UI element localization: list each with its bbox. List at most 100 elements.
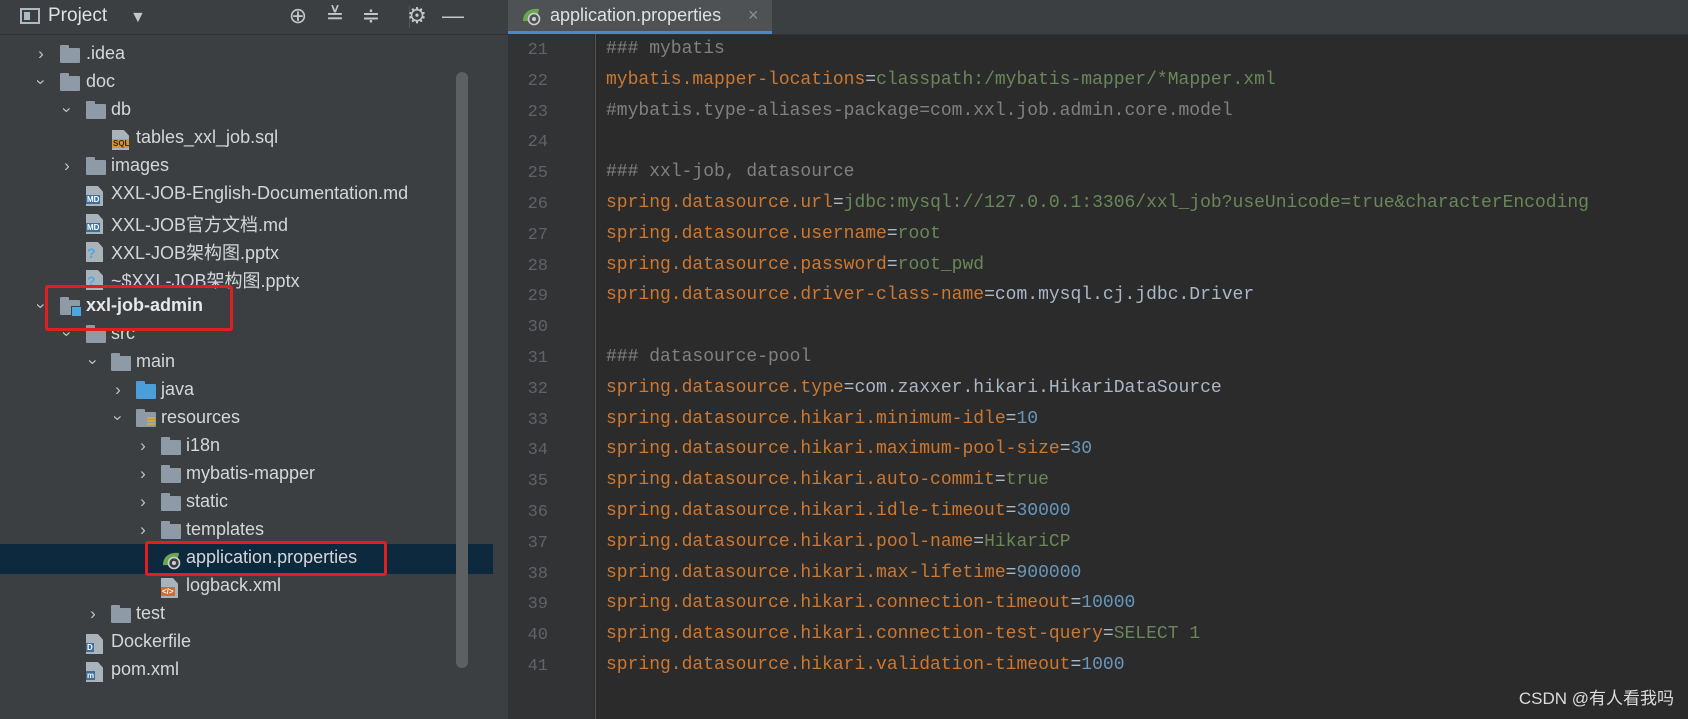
locate-icon[interactable]: ⊕ [285, 3, 311, 29]
tree-item-static[interactable]: › static [0, 488, 493, 518]
code-line: spring.datasource.username=root [606, 224, 941, 244]
tree-item-label: images [111, 155, 170, 175]
tree-item-label: db [111, 99, 132, 119]
folder-icon [111, 605, 131, 623]
chevron-right-icon[interactable]: › [136, 520, 150, 540]
tree-item-english-doc[interactable]: MD XXL-JOB-English-Documentation.md [0, 180, 493, 210]
equals-sign: = [886, 223, 898, 244]
folder-icon [161, 437, 181, 455]
property-key: spring.datasource.hikari.validation-time… [606, 655, 1071, 675]
tree-item-pom[interactable]: m pom.xml [0, 656, 493, 686]
property-key: spring.datasource.username [606, 223, 887, 244]
property-value: 30 [1070, 439, 1093, 460]
chevron-right-icon[interactable]: › [60, 156, 74, 176]
chevron-right-icon[interactable]: › [86, 604, 100, 624]
line-number-gutter: 21 22 23 24 25 26 27 28 29 30 31 32 33 34 35 36 37 38 39 40… [508, 34, 594, 719]
code-line: spring.datasource.hikari.connection-test… [606, 624, 1200, 644]
tree-item-arch-pptx[interactable]: ? XXL-JOB架构图.pptx [0, 236, 493, 266]
property-value: com.mysql.cj.jdbc.Driver [994, 285, 1255, 306]
code-line: spring.datasource.url=jdbc:mysql://127.0… [606, 193, 1589, 213]
tree-scrollbar[interactable] [456, 72, 468, 668]
code-comment: ### mybatis [606, 39, 725, 59]
folder-icon [60, 45, 80, 63]
property-value: 1000 [1081, 655, 1125, 675]
line-number: 31 [527, 349, 548, 368]
tree-item-i18n[interactable]: › i18n [0, 432, 493, 462]
property-key: spring.datasource.hikari.minimum-idle [606, 408, 1006, 429]
tree-item-label: java [161, 379, 195, 399]
chevron-down-icon[interactable]: › [57, 103, 77, 117]
tree-item-logback[interactable]: </> logback.xml [0, 572, 493, 602]
tree-item-resources[interactable]: › resources [0, 404, 493, 434]
tree-item-main[interactable]: › main [0, 348, 493, 378]
close-icon[interactable]: × [748, 5, 759, 26]
tree-item-dockerfile[interactable]: D Dockerfile [0, 628, 493, 658]
markdown-file-icon: MD [86, 186, 103, 206]
property-value: jdbc:mysql://127.0.0.1:3306/xxl_job?useU… [843, 193, 1589, 213]
line-number: 21 [527, 41, 548, 60]
equals-sign: = [865, 69, 877, 90]
folder-icon [111, 353, 131, 371]
line-number: 37 [527, 533, 548, 553]
property-key: spring.datasource.hikari.max-lifetime [606, 562, 1006, 583]
tree-item-idea[interactable]: › .idea [0, 40, 493, 70]
property-key: spring.datasource.password [606, 254, 887, 275]
equals-sign: = [843, 377, 855, 398]
expand-all-icon[interactable]: ≚ [322, 3, 348, 29]
chevron-down-icon[interactable]: › [31, 75, 51, 89]
code-line: spring.datasource.password=root_pwd [606, 255, 984, 275]
tree-item-doc[interactable]: › doc [0, 68, 493, 98]
chevron-right-icon[interactable]: › [136, 464, 150, 484]
equals-sign: = [1070, 593, 1082, 614]
line-number: 35 [527, 472, 548, 492]
collapse-all-icon[interactable]: ≑ [358, 3, 384, 29]
code-comment: ### xxl-job, datasource [606, 162, 855, 183]
tab-label: application.properties [550, 5, 722, 25]
chevron-down-icon[interactable]: › [108, 411, 128, 425]
panel-title[interactable]: Project [48, 5, 107, 27]
tree-item-tables-sql[interactable]: SQL tables_xxl_job.sql [0, 124, 493, 154]
hide-minimize-icon[interactable]: — [440, 3, 466, 29]
property-key: spring.datasource.hikari.connection-time… [606, 593, 1071, 614]
line-number: 36 [527, 503, 548, 522]
project-tree: › .idea › doc › db SQL tables_xxl_job.sq… [0, 0, 493, 719]
tree-item-images[interactable]: › images [0, 152, 493, 182]
tree-item-mybatis-mapper[interactable]: › mybatis-mapper [0, 460, 493, 490]
tree-item-label: static [186, 491, 229, 511]
maven-file-icon: m [86, 662, 103, 682]
tree-item-java[interactable]: › java [0, 376, 493, 406]
line-number: 29 [527, 287, 548, 307]
equals-sign: = [1005, 408, 1017, 429]
tree-item-label: XXL-JOB架构图.pptx [111, 243, 280, 263]
equals-sign: = [973, 531, 985, 552]
line-number: 26 [527, 195, 548, 214]
property-key: spring.datasource.url [606, 193, 833, 213]
tree-item-label: doc [86, 71, 116, 91]
code-line: #mybatis.type-aliases-package=com.xxl.jo… [606, 101, 1233, 121]
tree-item-db[interactable]: › db [0, 96, 493, 126]
equals-sign: = [1070, 655, 1082, 675]
tab-application-properties[interactable]: application.properties × [508, 0, 772, 34]
highlight-box-properties [145, 541, 387, 576]
code-line: spring.datasource.hikari.validation-time… [606, 655, 1125, 675]
chevron-right-icon[interactable]: › [136, 492, 150, 512]
property-value: 10000 [1081, 593, 1136, 614]
property-key: spring.datasource.hikari.auto-commit [606, 470, 995, 491]
dropdown-arrow-icon[interactable]: ▼ [130, 9, 146, 27]
tree-item-official-doc[interactable]: MD XXL-JOB官方文档.md [0, 208, 493, 238]
property-value: HikariCP [984, 531, 1071, 552]
editor-tab-bar: application.properties × [508, 0, 1688, 35]
folder-icon [161, 465, 181, 483]
property-value: root_pwd [897, 254, 985, 275]
tree-item-label: logback.xml [186, 575, 282, 595]
tree-item-test[interactable]: › test [0, 600, 493, 630]
settings-gear-icon[interactable]: ⚙ [404, 3, 430, 29]
chevron-down-icon[interactable]: › [83, 355, 103, 369]
chevron-right-icon[interactable]: › [111, 380, 125, 400]
tree-item-label: .idea [86, 43, 126, 63]
chevron-right-icon[interactable]: › [34, 44, 48, 64]
editor-pane: application.properties × 21 22 23 24 25 26 27 2… [508, 0, 1688, 719]
chevron-right-icon[interactable]: › [136, 436, 150, 456]
line-number: 41 [527, 657, 548, 676]
line-number: 32 [527, 379, 548, 399]
